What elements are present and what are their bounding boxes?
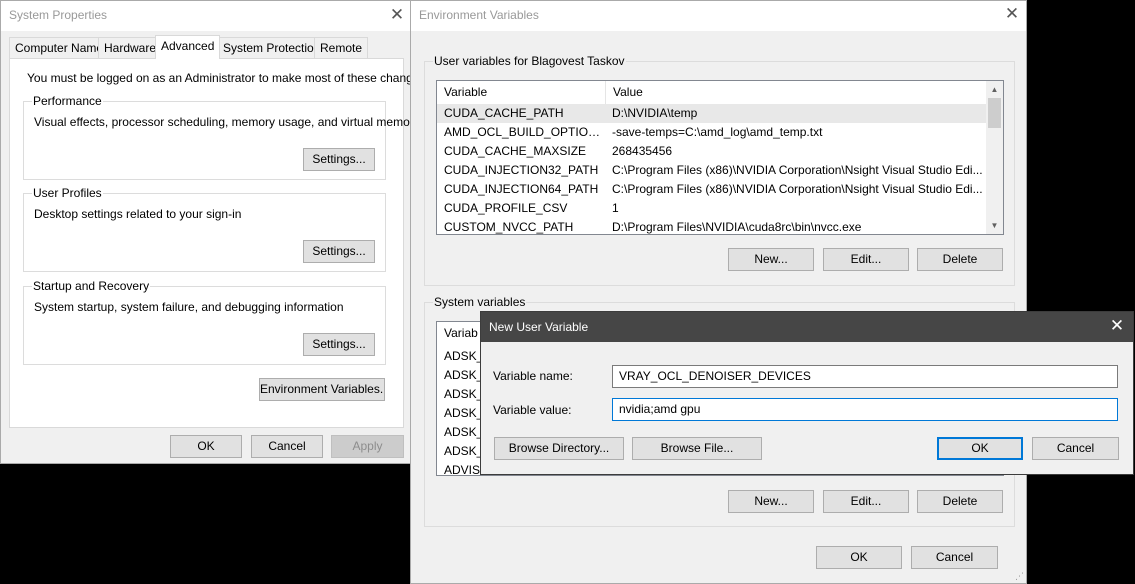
- variable-name-label: Variable name:: [493, 369, 573, 383]
- table-row[interactable]: AMD_OCL_BUILD_OPTIONS... -save-temps=C:\a…: [437, 123, 986, 142]
- user-profiles-settings-button[interactable]: Settings...: [303, 240, 375, 263]
- table-row[interactable]: CUDA_CACHE_MAXSIZE 268435456: [437, 142, 986, 161]
- variable-value-cell: D:\NVIDIA\temp: [612, 106, 698, 120]
- variable-value-cell: C:\Program Files (x86)\NVIDIA Corporatio…: [612, 182, 983, 196]
- admin-note: You must be logged on as an Administrato…: [27, 71, 429, 85]
- column-header-value[interactable]: Value: [606, 81, 986, 104]
- advanced-tab-panel: You must be logged on as an Administrato…: [9, 58, 429, 428]
- user-profiles-group: User Profiles Desktop settings related t…: [23, 186, 386, 272]
- tab-hardware[interactable]: Hardware: [98, 37, 163, 58]
- user-variables-list[interactable]: Variable Value CUDA_CACHE_PATH D:\NVIDIA\…: [436, 80, 1004, 235]
- variable-value-label: Variable value:: [493, 403, 572, 417]
- table-row[interactable]: CUSTOM_NVCC_PATH D:\Program Files\NVIDIA\…: [437, 218, 986, 234]
- dialog-titlebar[interactable]: New User Variable ✕: [481, 312, 1133, 342]
- variable-name-cell: AMD_OCL_BUILD_OPTIONS...: [444, 125, 604, 139]
- variable-value-cell: D:\Program Files\NVIDIA\cuda8rc\bin\nvcc…: [612, 220, 862, 234]
- table-row[interactable]: CUDA_CACHE_PATH D:\NVIDIA\temp: [437, 104, 986, 123]
- close-icon[interactable]: ✕: [1105, 315, 1129, 339]
- startup-recovery-group: Startup and Recovery System startup, sys…: [23, 279, 386, 365]
- variable-value-cell: 268435456: [612, 144, 673, 158]
- variable-name-cell: CUDA_CACHE_PATH: [444, 106, 564, 120]
- user-edit-button[interactable]: Edit...: [823, 248, 909, 271]
- user-delete-button[interactable]: Delete: [917, 248, 1003, 271]
- system-new-button[interactable]: New...: [728, 490, 814, 513]
- system-delete-button[interactable]: Delete: [917, 490, 1003, 513]
- user-new-button[interactable]: New...: [728, 248, 814, 271]
- performance-group: Performance Visual effects, processor sc…: [23, 94, 420, 180]
- browse-directory-button[interactable]: Browse Directory...: [494, 437, 624, 460]
- apply-button[interactable]: Apply: [331, 435, 404, 458]
- variable-value-cell: C:\Program Files (x86)\NVIDIA Corporatio…: [612, 163, 983, 177]
- cancel-button[interactable]: Cancel: [911, 546, 998, 569]
- startup-settings-button[interactable]: Settings...: [303, 333, 375, 356]
- startup-recovery-label: Startup and Recovery: [32, 279, 151, 293]
- column-header-variable[interactable]: Variable: [437, 81, 606, 104]
- window-title: System Properties: [9, 8, 108, 22]
- environment-variables-window: Environment Variables ✕ User variables f…: [410, 0, 1027, 584]
- resize-grip-icon[interactable]: ⋰: [1014, 571, 1024, 581]
- scroll-down-icon[interactable]: ▼: [986, 217, 1003, 234]
- user-profiles-label: User Profiles: [32, 186, 103, 200]
- variable-name-cell: CUDA_INJECTION64_PATH: [444, 182, 599, 196]
- variable-name-cell: CUDA_PROFILE_CSV: [444, 201, 568, 215]
- variable-name-cell: CUDA_CACHE_MAXSIZE: [444, 144, 587, 158]
- close-icon[interactable]: ✕: [385, 4, 409, 28]
- variable-name-cell: CUDA_INJECTION32_PATH: [444, 163, 599, 177]
- performance-desc: Visual effects, processor scheduling, me…: [34, 115, 420, 129]
- tab-computer-name[interactable]: Computer Name: [9, 37, 110, 58]
- variable-value-cell: -save-temps=C:\amd_log\amd_temp.txt: [612, 125, 823, 139]
- vertical-scrollbar[interactable]: ▲ ▼: [986, 81, 1003, 234]
- startup-recovery-desc: System startup, system failure, and debu…: [34, 300, 344, 314]
- ok-button[interactable]: OK: [816, 546, 902, 569]
- browse-file-button[interactable]: Browse File...: [632, 437, 762, 460]
- variable-value-field[interactable]: nvidia;amd gpu: [612, 398, 1118, 421]
- tab-advanced[interactable]: Advanced: [155, 35, 221, 59]
- window-title: Environment Variables: [419, 8, 539, 22]
- new-user-variable-dialog: New User Variable ✕ Variable name: VRAY_…: [480, 311, 1134, 475]
- variable-value-cell: 1: [612, 201, 619, 215]
- system-variables-label: System variables: [433, 295, 527, 309]
- user-variables-label: User variables for Blagovest Taskov: [433, 54, 626, 68]
- close-icon[interactable]: ✕: [1000, 3, 1024, 27]
- table-row[interactable]: CUDA_PROFILE_CSV 1: [437, 199, 986, 218]
- ok-button[interactable]: OK: [170, 435, 242, 458]
- scroll-thumb[interactable]: [988, 98, 1001, 128]
- table-row[interactable]: CUDA_INJECTION64_PATH C:\Program Files (x…: [437, 180, 986, 199]
- ok-button[interactable]: OK: [937, 437, 1023, 460]
- performance-settings-button[interactable]: Settings...: [303, 148, 375, 171]
- system-edit-button[interactable]: Edit...: [823, 490, 909, 513]
- tab-remote[interactable]: Remote: [314, 37, 369, 58]
- user-variables-group: User variables for Blagovest Taskov Vari…: [424, 54, 1015, 286]
- scroll-up-icon[interactable]: ▲: [986, 81, 1003, 98]
- environment-variables-titlebar[interactable]: Environment Variables ✕: [411, 1, 1026, 31]
- variable-name-cell: CUSTOM_NVCC_PATH: [444, 220, 574, 234]
- performance-label: Performance: [32, 94, 103, 108]
- user-profiles-desc: Desktop settings related to your sign-in: [34, 207, 242, 221]
- tab-system-protection[interactable]: System Protection: [217, 37, 327, 58]
- variable-name-field[interactable]: VRAY_OCL_DENOISER_DEVICES: [612, 365, 1118, 388]
- system-properties-titlebar[interactable]: System Properties ✕: [1, 1, 410, 31]
- dialog-title: New User Variable: [489, 320, 589, 334]
- table-row[interactable]: CUDA_INJECTION32_PATH C:\Program Files (x…: [437, 161, 986, 180]
- cancel-button[interactable]: Cancel: [251, 435, 323, 458]
- environment-variables-button[interactable]: Environment Variables...: [259, 378, 385, 401]
- system-properties-window: System Properties ✕ Computer Name Hardwa…: [0, 0, 429, 464]
- cancel-button[interactable]: Cancel: [1032, 437, 1119, 460]
